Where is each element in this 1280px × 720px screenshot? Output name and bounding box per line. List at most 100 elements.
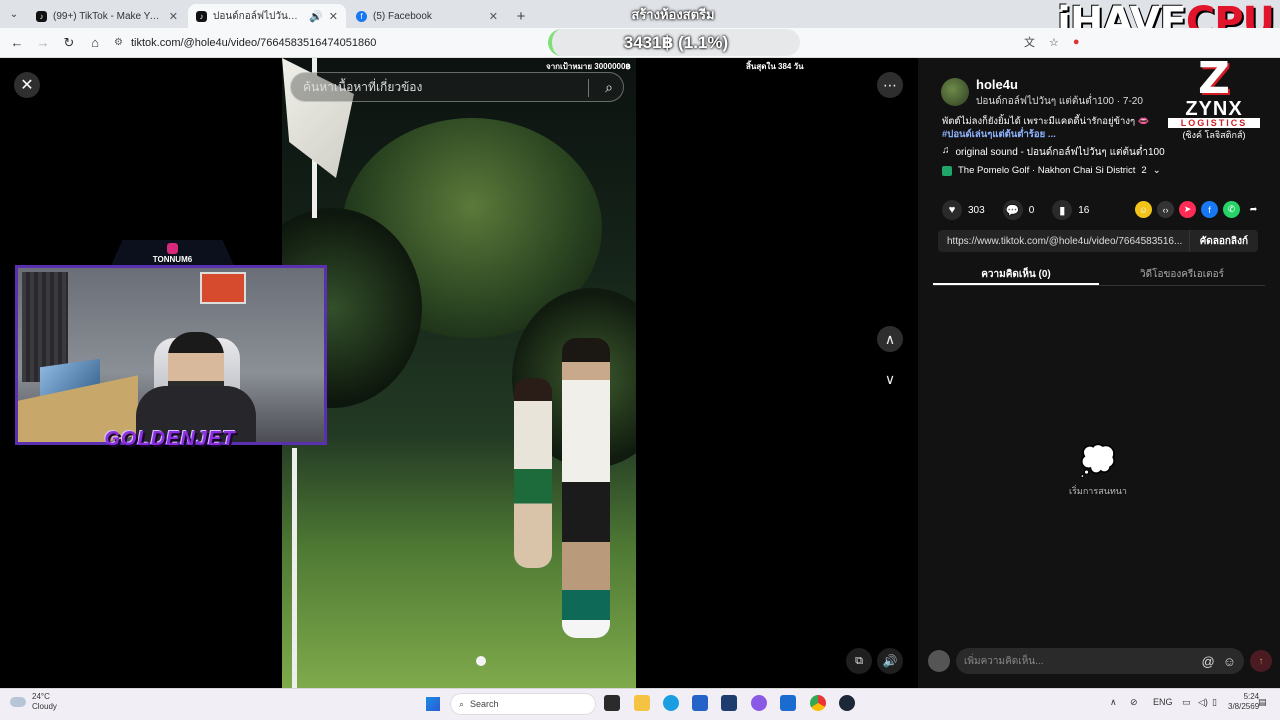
webcam-name: TONNUM6 bbox=[152, 255, 193, 264]
notification-icon[interactable]: ▤ bbox=[1258, 697, 1267, 708]
music-note-icon: ♫ bbox=[942, 145, 950, 156]
tiktok-icon: ♪ bbox=[36, 10, 47, 22]
webcam-logo: GOLDENJET bbox=[104, 428, 236, 450]
close-tab-icon[interactable]: ✕ bbox=[329, 10, 338, 23]
chrome-icon[interactable] bbox=[810, 695, 826, 711]
system-clock[interactable]: 5:24 3/8/2569 bbox=[1228, 692, 1259, 712]
search-placeholder: ค้นหาเนื้อหาที่เกี่ยวข้อง bbox=[303, 79, 423, 94]
comment-composer: เพิ่มความคิดเห็น... @ ☺ ↑ bbox=[928, 647, 1272, 675]
editor-icon[interactable] bbox=[692, 695, 708, 711]
webcam-feed bbox=[15, 265, 327, 445]
mention-icon[interactable]: @ bbox=[1202, 654, 1215, 669]
close-video-button[interactable]: ✕ bbox=[14, 72, 40, 98]
outlook-icon[interactable] bbox=[780, 695, 796, 711]
share-arrow-icon[interactable]: ➦ bbox=[1245, 201, 1262, 218]
save-count: 16 bbox=[1078, 204, 1090, 216]
pip-icon[interactable]: ⧉ bbox=[846, 648, 872, 674]
audio-icon[interactable]: 🔊 bbox=[309, 10, 323, 23]
like-button[interactable]: ♥ 303 bbox=[942, 200, 985, 220]
next-video-button[interactable]: ∨ bbox=[877, 366, 903, 392]
empty-text: เริ่มการสนทนา bbox=[1069, 486, 1127, 496]
cloud-icon bbox=[10, 697, 26, 707]
chevron-down-icon[interactable]: ⌄ bbox=[1153, 165, 1161, 176]
save-button[interactable]: ▮ 16 bbox=[1052, 200, 1089, 220]
tab-list-button[interactable]: ⌄ bbox=[0, 0, 28, 28]
comment-input[interactable]: เพิ่มความคิดเห็น... @ ☺ bbox=[956, 648, 1244, 674]
creator-avatar[interactable] bbox=[941, 78, 969, 106]
link-url[interactable]: https://www.tiktok.com/@hole4u/video/766… bbox=[938, 236, 1189, 247]
edge-icon[interactable] bbox=[663, 695, 679, 711]
tab-tiktok-video[interactable]: ♪ ปอนด์กอล์ฟไปวันๆ แต่ต้นต่ำ100 🔊 ✕ bbox=[188, 4, 346, 28]
comment-button[interactable]: 💬 0 bbox=[1002, 200, 1035, 220]
empty-comments: 💭 เริ่มการสนทนา bbox=[1060, 440, 1136, 498]
location-count: 2 bbox=[1141, 165, 1147, 176]
back-button[interactable]: ← bbox=[6, 32, 28, 54]
location-pin-icon bbox=[942, 165, 952, 176]
flag-pole bbox=[292, 448, 297, 688]
forward-button[interactable]: → bbox=[32, 32, 54, 54]
creator-subtitle: ปอนด์กอล์ฟไปวันๆ แต่ต้นต่ำ100 · 7-20 bbox=[976, 96, 1143, 107]
home-button[interactable]: ⌂ bbox=[84, 32, 106, 54]
bookmark-star-icon[interactable]: ☆ bbox=[1049, 36, 1059, 49]
tab-facebook[interactable]: f (5) Facebook ✕ bbox=[348, 4, 506, 28]
coin-icon[interactable]: ☺ bbox=[1135, 201, 1152, 218]
hashtag-link[interactable]: #ปอนด์เล่นๆแต่ต้นต่ำร้อย ... bbox=[942, 128, 1167, 141]
close-tab-icon[interactable]: ✕ bbox=[489, 10, 498, 23]
tab-comments[interactable]: ความคิดเห็น (0) bbox=[933, 262, 1099, 285]
facebook-share-icon[interactable]: f bbox=[1201, 201, 1218, 218]
store-icon[interactable] bbox=[721, 695, 737, 711]
copy-link-button[interactable]: คัดลอกลิงก์ bbox=[1188, 230, 1258, 252]
user-avatar bbox=[928, 650, 950, 672]
taskbar-search-label: Search bbox=[470, 699, 499, 709]
whatsapp-icon[interactable]: ✆ bbox=[1223, 201, 1240, 218]
wifi-icon[interactable]: ▭ bbox=[1182, 697, 1191, 708]
url-text: tiktok.com/@hole4u/video/766458351647405… bbox=[130, 36, 377, 49]
related-search-input[interactable]: ค้นหาเนื้อหาที่เกี่ยวข้อง ⌕ bbox=[290, 72, 624, 102]
speaker-icon[interactable]: ◁) bbox=[1198, 697, 1208, 708]
temperature: 24°C bbox=[32, 692, 50, 701]
tab-creator-videos[interactable]: วิดีโอของครีเอเตอร์ bbox=[1099, 262, 1265, 285]
extension-icon[interactable]: ● bbox=[1073, 36, 1080, 48]
post-comment-button[interactable]: ↑ bbox=[1250, 650, 1272, 672]
sponsor-z: Z bbox=[1198, 53, 1230, 104]
file-explorer-icon[interactable] bbox=[634, 695, 650, 711]
engagement-stats: ♥ 303 💬 0 ▮ 16 bbox=[942, 200, 1089, 220]
location-link[interactable]: The Pomelo Golf · Nakhon Chai Si Distric… bbox=[942, 165, 1161, 176]
more-options-button[interactable]: ⋯ bbox=[877, 72, 903, 98]
new-tab-button[interactable]: + bbox=[508, 4, 534, 28]
creator-username[interactable]: hole4u bbox=[976, 77, 1018, 92]
weather-widget[interactable]: 24°C Cloudy bbox=[10, 692, 57, 712]
language-indicator[interactable]: ENG bbox=[1153, 697, 1173, 707]
reload-button[interactable]: ↻ bbox=[58, 32, 80, 54]
comment-count: 0 bbox=[1028, 204, 1035, 216]
sponsor-sub: LOGISTICS bbox=[1168, 118, 1260, 128]
send-icon[interactable]: ➤ bbox=[1179, 201, 1196, 218]
close-tab-icon[interactable]: ✕ bbox=[169, 10, 178, 23]
windows-start-icon[interactable] bbox=[426, 697, 440, 711]
battery-icon[interactable]: ▯ bbox=[1212, 697, 1217, 708]
sponsor-thai: (ซิงค์ โลจิสติกส์) bbox=[1182, 130, 1246, 140]
golf-ball bbox=[476, 656, 486, 666]
network-icon[interactable]: ⊘ bbox=[1130, 697, 1138, 708]
emoji-icon[interactable]: ☺ bbox=[1223, 654, 1236, 669]
copilot-icon[interactable] bbox=[751, 695, 767, 711]
music-link[interactable]: ♫ original sound - ปอนด์กอล์ฟไปวันๆ แต่ต… bbox=[942, 145, 1165, 160]
show-hidden-icons[interactable]: ∧ bbox=[1110, 697, 1117, 708]
previous-video-button[interactable]: ∧ bbox=[877, 326, 903, 352]
site-info-icon[interactable]: ⚙ bbox=[114, 37, 123, 48]
steam-icon[interactable] bbox=[839, 695, 855, 711]
translate-icon[interactable]: 文 bbox=[1024, 34, 1035, 50]
search-icon[interactable]: ⌕ bbox=[605, 79, 613, 96]
volume-icon[interactable]: 🔊 bbox=[877, 648, 903, 674]
stream-title: สร้างห้องสตรีม bbox=[631, 7, 715, 22]
tiktok-icon: ♪ bbox=[196, 10, 207, 22]
panel-tabs: ความคิดเห็น (0) วิดีโอของครีเอเตอร์ bbox=[933, 262, 1265, 286]
task-view-icon[interactable] bbox=[604, 695, 620, 711]
taskbar-search[interactable]: ⌕ Search bbox=[450, 693, 596, 715]
instagram-icon bbox=[167, 243, 178, 254]
time: 5:24 bbox=[1243, 692, 1260, 701]
comment-placeholder: เพิ่มความคิดเห็น... bbox=[964, 655, 1044, 667]
embed-icon[interactable]: ‹› bbox=[1157, 201, 1174, 218]
video-player[interactable] bbox=[282, 58, 636, 688]
tab-tiktok-home[interactable]: ♪ (99+) TikTok - Make Your Day ✕ bbox=[28, 4, 186, 28]
